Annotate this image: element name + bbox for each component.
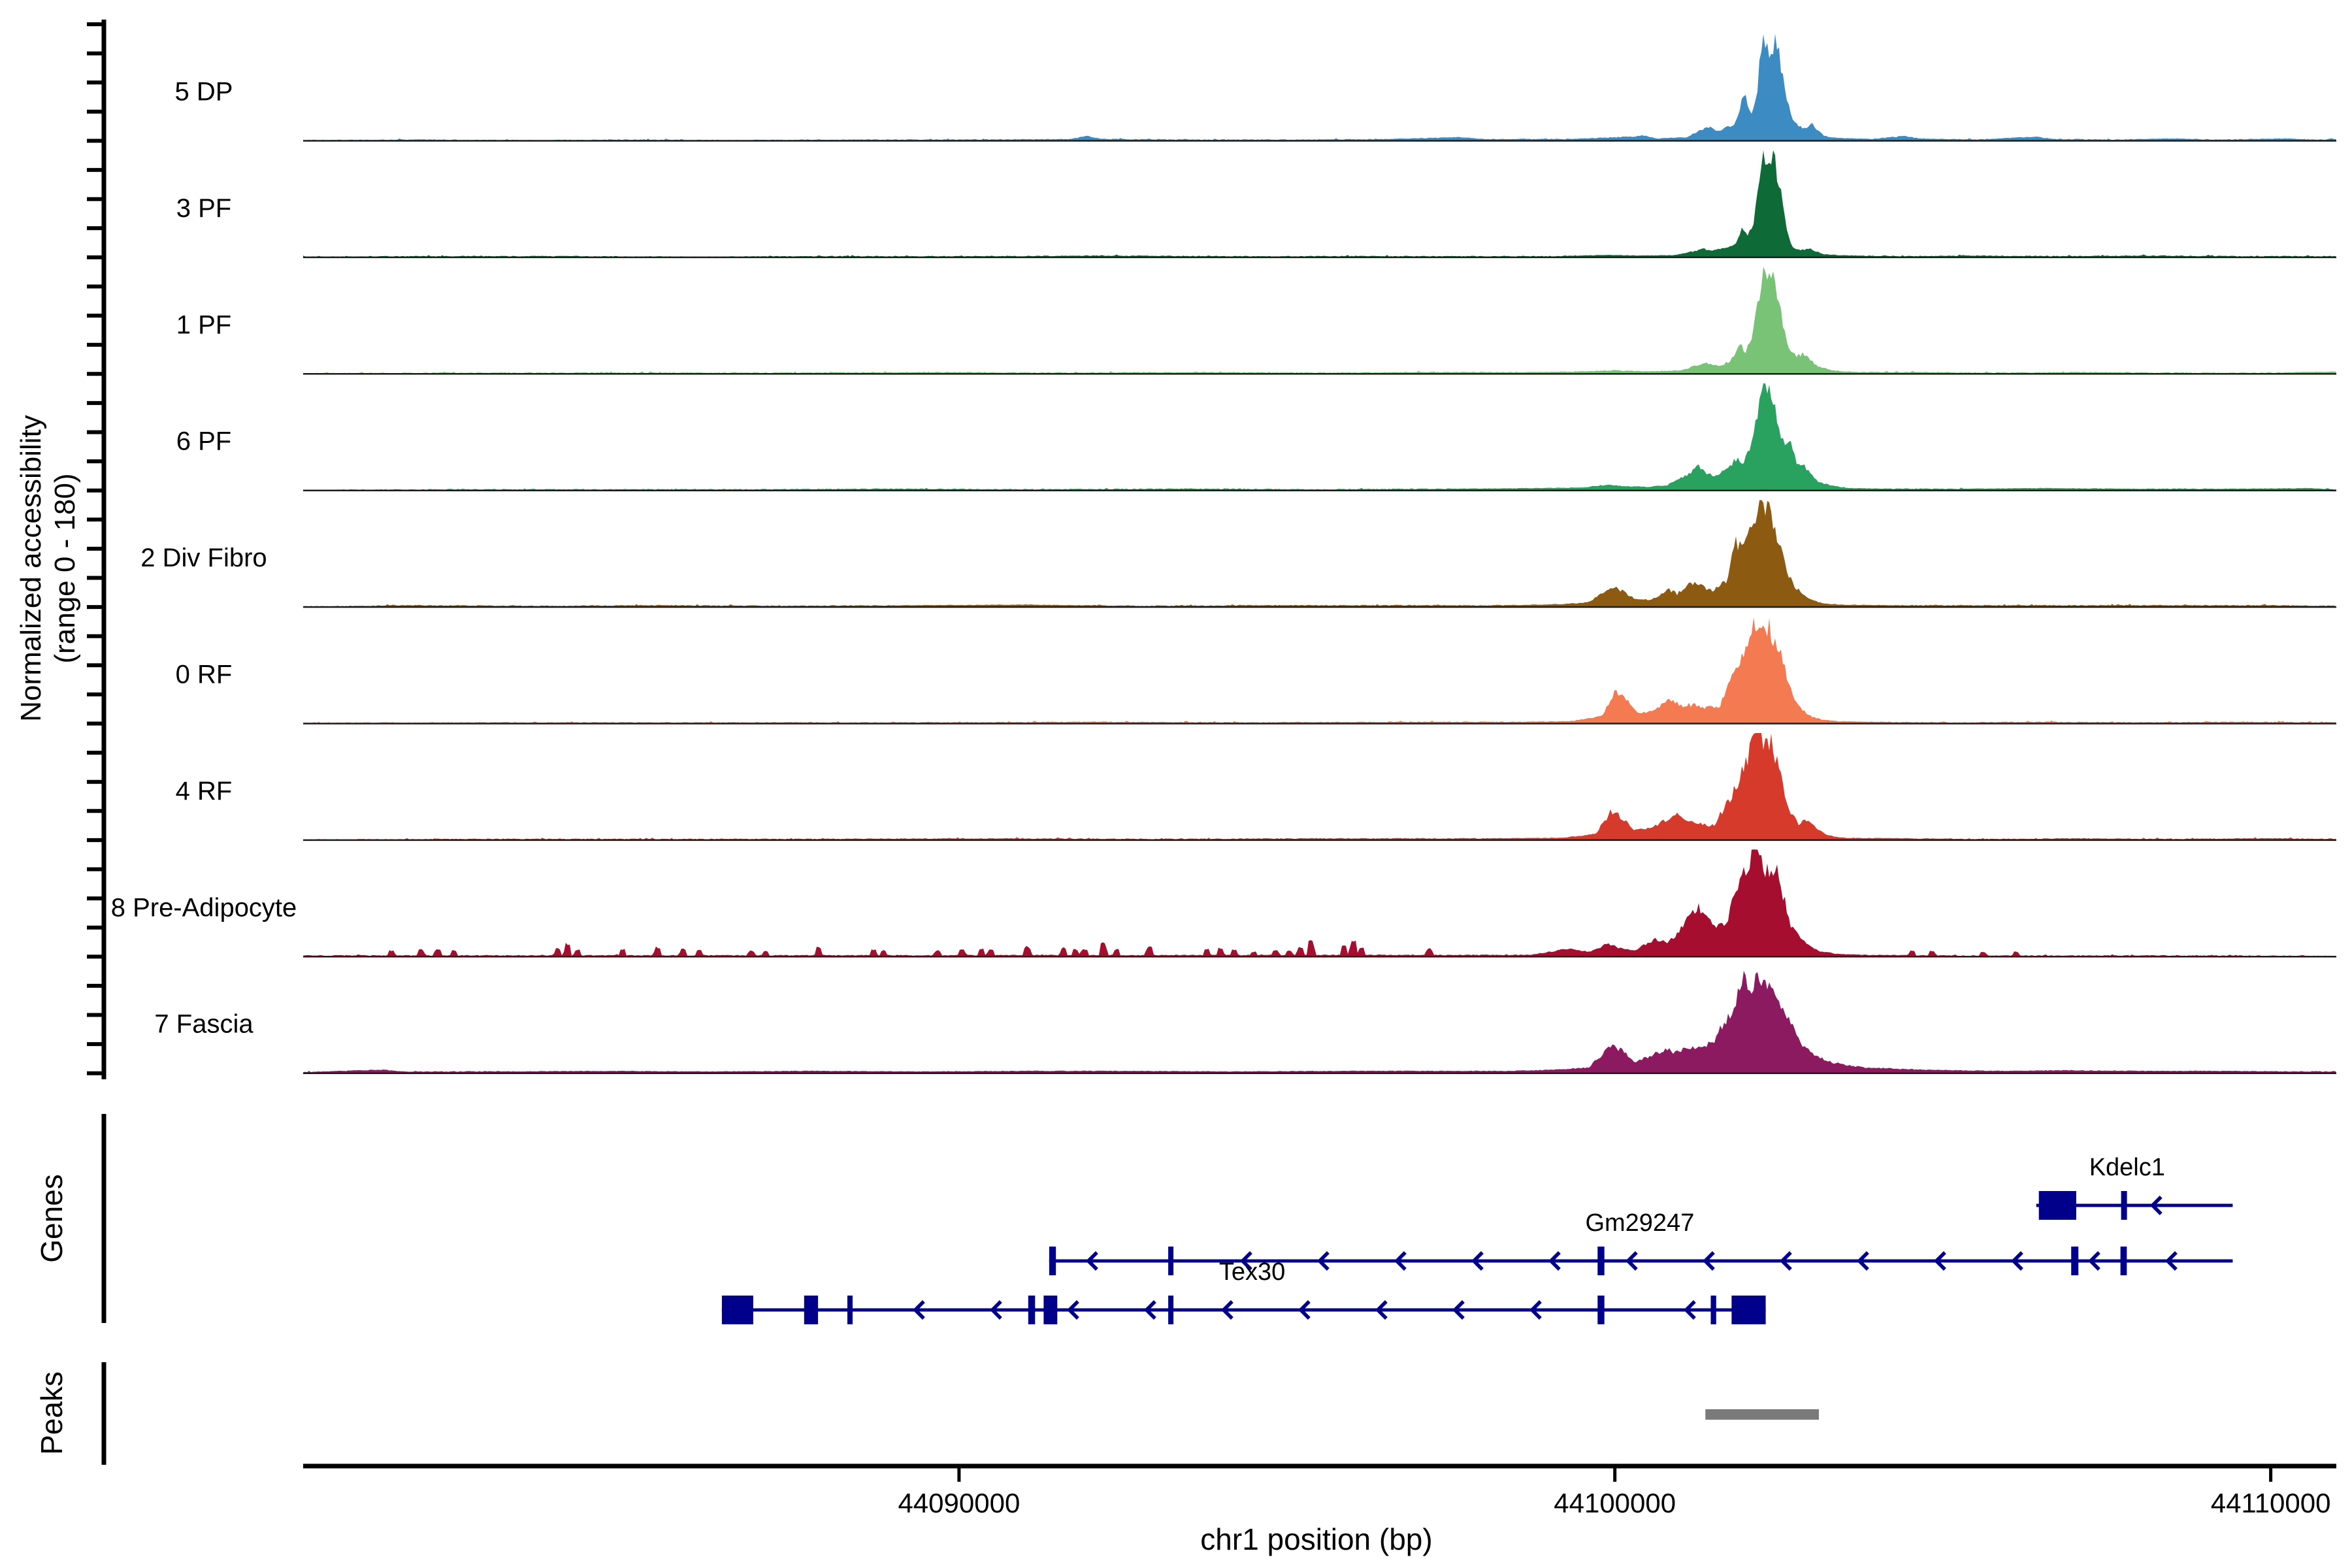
gene-exon <box>2071 1247 2078 1275</box>
gene-exon <box>1049 1247 1056 1275</box>
gene-model-kdelc1: Kdelc1 <box>2036 1154 2233 1220</box>
gene-exon <box>1168 1247 1173 1275</box>
gene-exon <box>804 1296 818 1324</box>
coverage-area <box>303 267 2336 374</box>
y-axis-ticks <box>87 24 104 1073</box>
coverage-track-3-pf: 3 PF <box>176 150 2336 257</box>
peak-region-bar <box>1705 1409 1819 1420</box>
gene-label: Tex30 <box>1219 1258 1285 1286</box>
genome-coverage-figure: Normalized accessibility (range 0 - 180)… <box>0 0 2352 1568</box>
coverage-area <box>303 150 2336 257</box>
coverage-area <box>303 384 2336 491</box>
coverage-track-1-pf: 1 PF <box>176 267 2336 374</box>
coverage-tracks: 5 DP 3 PF 1 PF 6 PF 2 Div Fibro 0 RF 4 RF 8 Pre… <box>111 34 2336 1073</box>
track-label: 0 RF <box>176 661 233 689</box>
gene-exon <box>1731 1296 1765 1324</box>
track-label: 8 Pre-Adipocyte <box>111 893 297 922</box>
gene-exon <box>1028 1296 1036 1324</box>
genes-section-label: Genes <box>35 1174 69 1263</box>
gene-exon <box>1597 1296 1604 1324</box>
x-axis-ticks: 44090000 44100000 44110000 <box>898 1466 2330 1518</box>
coverage-track-8-pre-adipocyte: 8 Pre-Adipocyte <box>111 849 2336 956</box>
coverage-area <box>303 500 2336 607</box>
track-label: 4 RF <box>176 777 233 806</box>
x-tick-label: 44110000 <box>2211 1488 2331 1518</box>
track-label: 6 PF <box>176 427 231 456</box>
track-label: 7 Fascia <box>154 1010 253 1039</box>
coverage-track-6-pf: 6 PF <box>176 384 2336 491</box>
x-tick-label: 44090000 <box>898 1488 1020 1518</box>
gene-exon <box>847 1296 853 1324</box>
track-label: 5 DP <box>175 78 233 106</box>
gene-exon <box>2121 1191 2127 1220</box>
y-axis-title-line2: (range 0 - 180) <box>49 473 81 663</box>
gene-exon <box>2121 1247 2127 1275</box>
coverage-track-2-div-fibro: 2 Div Fibro <box>140 500 2336 607</box>
x-tick-label: 44100000 <box>1554 1488 1676 1518</box>
coverage-track-4-rf: 4 RF <box>176 733 2336 840</box>
y-axis: Normalized accessibility (range 0 - 180) <box>15 20 104 1079</box>
gene-exon <box>1043 1296 1057 1324</box>
gene-exon <box>1168 1296 1173 1324</box>
peaks-section-label: Peaks <box>35 1371 69 1455</box>
coverage-track-0-rf: 0 RF <box>176 617 2336 723</box>
coverage-area <box>303 849 2336 956</box>
gene-exon <box>1597 1247 1604 1275</box>
coverage-area <box>303 34 2336 141</box>
peaks-section: Peaks <box>35 1362 1819 1465</box>
gene-exon <box>1711 1296 1716 1324</box>
gene-models: Kdelc1 Gm29247 Tex30 <box>722 1154 2233 1324</box>
gene-model-tex30: Tex30 <box>722 1258 1766 1324</box>
gene-label: Kdelc1 <box>2089 1154 2165 1181</box>
coverage-area <box>303 971 2336 1073</box>
x-axis: 44090000 44100000 44110000 chr1 position (… <box>303 1466 2336 1556</box>
y-axis-title-line1: Normalized accessibility <box>15 415 47 721</box>
coverage-area <box>303 617 2336 723</box>
coverage-track-7-fascia: 7 Fascia <box>154 971 2336 1073</box>
genes-section: Genes Kdelc1 Gm29247 Tex30 <box>35 1114 2232 1324</box>
track-label: 2 Div Fibro <box>140 544 267 572</box>
gene-exon <box>722 1296 753 1324</box>
gene-exon <box>2039 1191 2076 1220</box>
x-axis-title: chr1 position (bp) <box>1200 1522 1432 1556</box>
coverage-track-5-dp: 5 DP <box>175 34 2336 141</box>
gene-label: Gm29247 <box>1585 1209 1694 1237</box>
coverage-area <box>303 733 2336 840</box>
track-label: 1 PF <box>176 310 231 339</box>
peak-bars <box>1705 1409 1819 1420</box>
track-label: 3 PF <box>176 194 231 223</box>
